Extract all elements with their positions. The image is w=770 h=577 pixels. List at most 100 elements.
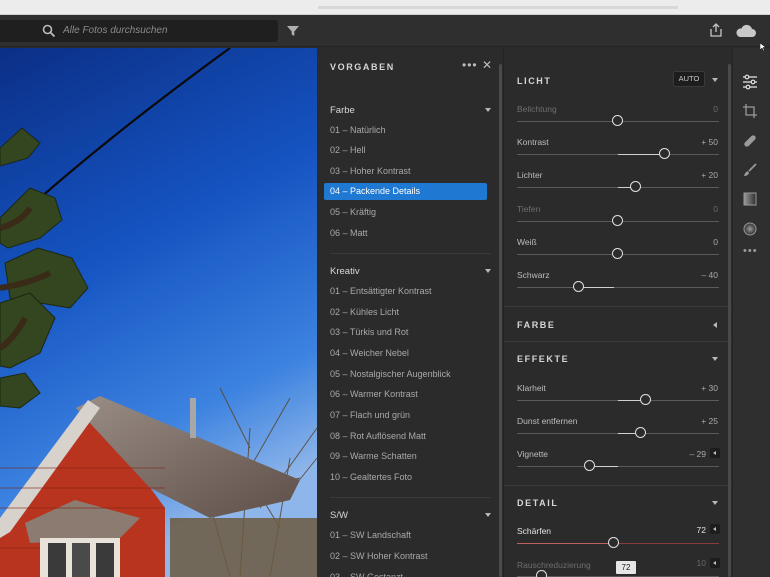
edit-panel: LICHT AUTO Belichtung 0 Kontrast + 50 Li…: [503, 48, 733, 577]
preset-item[interactable]: 02 – SW Hoher Kontrast: [324, 548, 487, 565]
slider-value: 0: [713, 204, 718, 214]
preset-item[interactable]: 08 – Rot Auflösend Matt: [324, 428, 487, 445]
radial-gradient-icon[interactable]: [742, 221, 758, 237]
presets-panel: VORGABEN ••• ✕ Farbe 01 – Natürlich 02 –…: [317, 48, 503, 577]
chevron-left-icon[interactable]: [710, 558, 720, 568]
preset-item[interactable]: 05 – Kräftig: [324, 204, 487, 221]
preset-item[interactable]: 07 – Flach und grün: [324, 407, 487, 424]
cloud-icon[interactable]: [735, 23, 757, 39]
slider-fill: [618, 154, 660, 155]
chevron-left-icon[interactable]: [710, 524, 720, 534]
search-placeholder: Alle Fotos durchsuchen: [63, 25, 168, 36]
preset-item[interactable]: 01 – Entsättigter Kontrast: [324, 283, 487, 300]
preset-item[interactable]: 05 – Nostalgischer Augenblick: [324, 366, 487, 383]
brush-icon[interactable]: [742, 162, 758, 178]
slider-label: Lichter: [517, 170, 543, 180]
preset-item[interactable]: 02 – Kühles Licht: [324, 304, 487, 321]
slider-label: Weiß: [517, 237, 537, 247]
slider-thumb[interactable]: [635, 427, 646, 438]
preset-item[interactable]: 03 – SW Gestanzt: [324, 569, 487, 577]
slider-thumb[interactable]: [659, 148, 670, 159]
preset-item[interactable]: 01 – SW Landschaft: [324, 527, 487, 544]
presets-close-icon[interactable]: ✕: [482, 58, 492, 72]
preset-item[interactable]: 02 – Hell: [324, 142, 487, 159]
slider-value: 72: [696, 525, 706, 535]
divider: [504, 341, 733, 342]
slider-label: Dunst entfernen: [517, 416, 578, 426]
divider: [330, 253, 491, 254]
presets-scrollbar[interactable]: [499, 64, 502, 577]
top-strip-line: [318, 6, 678, 9]
divider: [330, 497, 491, 498]
more-tools-icon[interactable]: •••: [743, 245, 758, 257]
slider-value: + 25: [701, 416, 718, 426]
group-kreativ[interactable]: Kreativ: [330, 266, 360, 277]
slider-label: Schärfen: [517, 526, 552, 536]
slider-value: 0: [713, 104, 718, 114]
search-icon: [42, 24, 56, 38]
section-farbe-title[interactable]: FARBE: [517, 320, 556, 330]
slider-thumb[interactable]: [640, 394, 651, 405]
preset-item[interactable]: 06 – Matt: [324, 225, 487, 242]
divider: [504, 485, 733, 486]
slider-value: – 40: [701, 270, 718, 280]
section-licht-title[interactable]: LICHT: [517, 76, 552, 86]
auto-button[interactable]: AUTO: [673, 71, 705, 87]
filter-icon[interactable]: [286, 24, 300, 38]
divider: [504, 306, 733, 307]
slider-value: + 50: [701, 137, 718, 147]
presets-more-icon[interactable]: •••: [462, 58, 478, 72]
slider-label: Belichtung: [517, 104, 557, 114]
slider-label: Klarheit: [517, 383, 546, 393]
chevron-left-icon[interactable]: [713, 322, 717, 328]
group-sw[interactable]: S/W: [330, 510, 348, 521]
healing-icon[interactable]: [742, 133, 758, 149]
preset-item[interactable]: 09 – Warme Schatten: [324, 448, 487, 465]
slider-label: Rauschreduzierung: [517, 560, 591, 570]
preset-item-selected[interactable]: 04 – Packende Details: [324, 183, 487, 200]
preset-item[interactable]: 03 – Hoher Kontrast: [324, 163, 487, 180]
slider-label: Tiefen: [517, 204, 541, 214]
slider-value: + 30: [701, 383, 718, 393]
slider-label: Vignette: [517, 449, 549, 459]
photo-preview[interactable]: [0, 48, 317, 577]
chevron-down-icon[interactable]: [712, 501, 718, 505]
share-icon[interactable]: [708, 22, 724, 38]
edit-scrollbar[interactable]: [728, 64, 731, 577]
preset-item[interactable]: 03 – Türkis und Rot: [324, 324, 487, 341]
chevron-down-icon[interactable]: [485, 269, 491, 273]
section-effekte-title[interactable]: EFFEKTE: [517, 354, 569, 364]
value-tooltip: 72: [616, 561, 636, 574]
preset-item[interactable]: 04 – Weicher Nebel: [324, 345, 487, 362]
chevron-down-icon[interactable]: [485, 513, 491, 517]
preset-item[interactable]: 06 – Warmer Kontrast: [324, 386, 487, 403]
chevron-left-icon[interactable]: [710, 448, 720, 458]
chevron-down-icon[interactable]: [485, 108, 491, 112]
chevron-down-icon[interactable]: [712, 357, 718, 361]
crop-icon[interactable]: [742, 103, 758, 119]
slider-fill: [618, 400, 642, 401]
slider-thumb[interactable]: [608, 537, 619, 548]
slider-value: – 29: [689, 449, 706, 459]
section-detail-title[interactable]: DETAIL: [517, 498, 558, 508]
slider-thumb[interactable]: [612, 248, 623, 259]
slider-thumb[interactable]: [536, 570, 547, 577]
preset-item[interactable]: 10 – Gealtertes Foto: [324, 469, 487, 486]
slider-thumb[interactable]: [584, 460, 595, 471]
slider-thumb[interactable]: [612, 215, 623, 226]
slider-track[interactable]: [517, 466, 719, 467]
slider-thumb[interactable]: [612, 115, 623, 126]
slider-label: Schwarz: [517, 270, 550, 280]
linear-gradient-icon[interactable]: [742, 191, 758, 207]
slider-thumb[interactable]: [630, 181, 641, 192]
group-farbe[interactable]: Farbe: [330, 105, 355, 116]
search-field[interactable]: Alle Fotos durchsuchen: [0, 20, 278, 42]
presets-title: VORGABEN: [330, 62, 395, 72]
window-top-strip: [0, 0, 770, 15]
slider-thumb[interactable]: [573, 281, 584, 292]
slider-track[interactable]: [517, 287, 719, 288]
chevron-down-icon[interactable]: [712, 78, 718, 82]
preset-item[interactable]: 01 – Natürlich: [324, 122, 487, 139]
sliders-icon[interactable]: [742, 74, 758, 90]
slider-label: Kontrast: [517, 137, 549, 147]
